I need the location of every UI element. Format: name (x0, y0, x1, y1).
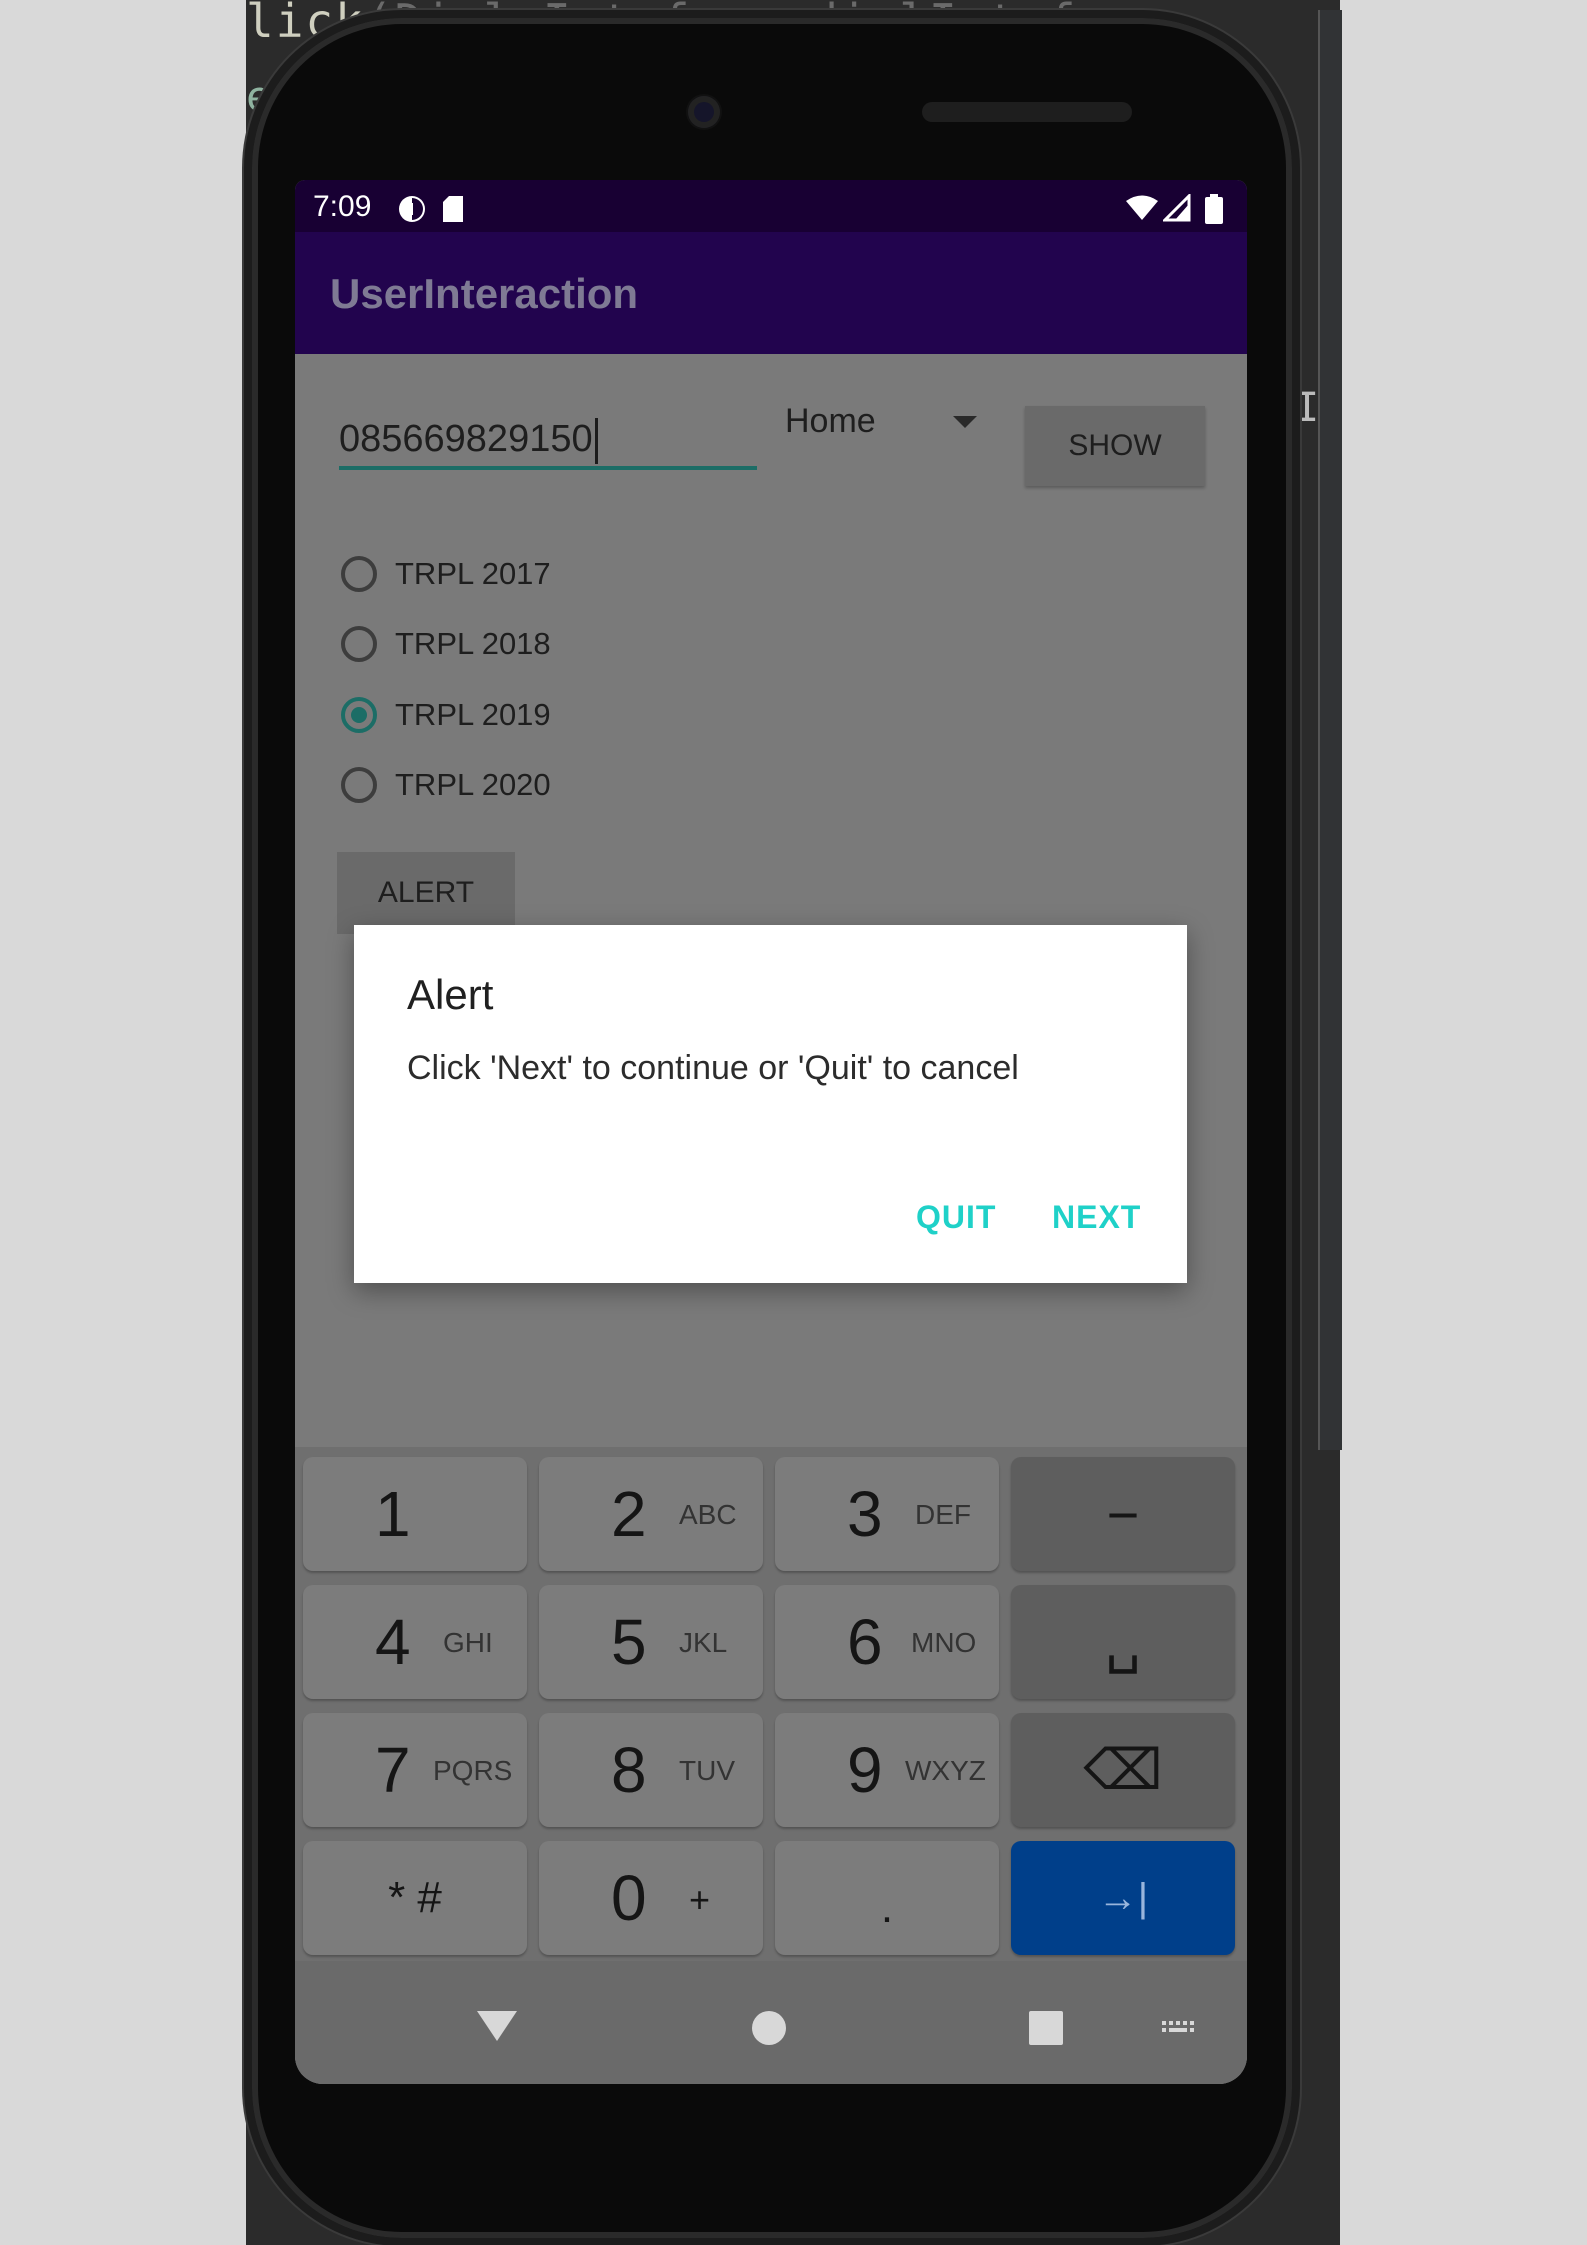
category-spinner[interactable]: Home (785, 402, 876, 441)
text-caret (594, 417, 598, 464)
key-letters: ABC (679, 1499, 737, 1530)
key-digit: 1 (375, 1478, 411, 1550)
key-period[interactable]: . (775, 1841, 999, 1955)
key-3[interactable]: 3 DEF (775, 1457, 999, 1571)
tab-arrow-icon: →| (1097, 1875, 1149, 1920)
space-icon: ␣ (1105, 1610, 1141, 1673)
dialog-message: Click 'Next' to continue or 'Quit' to ca… (407, 1049, 1019, 1087)
app-title: UserInteraction (330, 270, 639, 317)
radio-trpl-2020[interactable]: TRPL 2020 (341, 760, 551, 810)
key-6[interactable]: 6 MNO (775, 1585, 999, 1699)
key-0[interactable]: 0 + (539, 1841, 763, 1955)
radio-label: TRPL 2017 (395, 556, 551, 591)
key-9[interactable]: 9 WXYZ (775, 1713, 999, 1827)
key-dot: . (880, 1883, 894, 1932)
dialog-title: Alert (407, 971, 494, 1018)
signal-icon (1163, 194, 1191, 222)
radio-trpl-2017[interactable]: TRPL 2017 (341, 549, 551, 599)
key-1[interactable]: 1 (303, 1457, 527, 1571)
key-8[interactable]: 8 TUV (539, 1713, 763, 1827)
key-5[interactable]: 5 JKL (539, 1585, 763, 1699)
quit-button[interactable]: QUIT (916, 1199, 996, 1236)
key-letters: WXYZ (905, 1755, 986, 1786)
status-bar: 7:09 (295, 180, 1247, 232)
front-camera (688, 96, 720, 128)
status-time: 7:09 (313, 190, 372, 223)
ide-scroll-panel (1318, 10, 1342, 1450)
radio-label: TRPL 2019 (395, 697, 551, 732)
radio-circle[interactable] (341, 556, 377, 592)
phone-number-value: 085669829150 (339, 418, 593, 460)
data-saver-icon (399, 196, 425, 222)
key-digit: 4 (375, 1606, 411, 1678)
key-space[interactable]: ␣ (1011, 1585, 1235, 1699)
app-bar: UserInteraction (295, 232, 1247, 354)
chevron-down-icon[interactable] (953, 416, 977, 428)
key-2[interactable]: 2 ABC (539, 1457, 763, 1571)
sd-card-icon (443, 196, 463, 222)
radio-label: TRPL 2020 (395, 767, 551, 802)
key-backspace[interactable]: ⌫ (1011, 1713, 1235, 1827)
key-7[interactable]: 7 PQRS (303, 1713, 527, 1827)
key-digit: 0 (611, 1862, 647, 1934)
backspace-icon: ⌫ (1083, 1738, 1163, 1801)
system-nav-bar (295, 1961, 1247, 2084)
radio-circle[interactable] (341, 626, 377, 662)
key-next-field[interactable]: →| (1011, 1841, 1235, 1955)
ide-text-cursor: I (1295, 385, 1320, 431)
keyboard-switch-icon[interactable] (1161, 2019, 1197, 2037)
key-digit: 6 (847, 1606, 883, 1678)
radio-trpl-2019[interactable]: TRPL 2019 (341, 690, 551, 740)
key-letters: DEF (915, 1499, 971, 1530)
radio-circle[interactable] (341, 767, 377, 803)
alert-dialog: Alert Click 'Next' to continue or 'Quit'… (354, 925, 1187, 1283)
key-minus[interactable]: − (1011, 1457, 1235, 1571)
key-star-hash[interactable]: * # (303, 1841, 527, 1955)
key-letters: GHI (443, 1627, 493, 1658)
key-digit: 7 (375, 1734, 411, 1806)
key-digit: 9 (847, 1734, 883, 1806)
alert-button[interactable]: ALERT (337, 852, 515, 934)
key-digit: 2 (611, 1478, 647, 1550)
minus-icon: − (1106, 1482, 1140, 1546)
numeric-keyboard: 1 2 ABC 3 DEF − 4 GHI 5 JKL 6 MNO ␣ 7 PQ… (295, 1447, 1247, 1961)
radio-circle-checked[interactable] (341, 697, 377, 733)
key-symbols: * # (388, 1873, 442, 1922)
key-letters: TUV (679, 1755, 735, 1786)
back-icon[interactable] (477, 2011, 517, 2041)
battery-icon (1205, 194, 1223, 224)
key-digit: 5 (611, 1606, 647, 1678)
key-digit: 3 (847, 1478, 883, 1550)
wifi-icon (1126, 195, 1158, 220)
show-button[interactable]: SHOW (1025, 406, 1205, 486)
radio-trpl-2018[interactable]: TRPL 2018 (341, 619, 551, 669)
key-letters: PQRS (433, 1755, 513, 1786)
key-letters: JKL (679, 1627, 728, 1658)
home-icon[interactable] (752, 2011, 786, 2045)
device-screen: 7:09 UserInteraction 085669829150 Home S… (295, 180, 1247, 2084)
key-4[interactable]: 4 GHI (303, 1585, 527, 1699)
phone-number-input[interactable]: 085669829150 (339, 412, 757, 470)
key-letters: MNO (911, 1627, 977, 1658)
next-button[interactable]: NEXT (1052, 1199, 1141, 1236)
radio-label: TRPL 2018 (395, 626, 551, 661)
key-plus: + (689, 1879, 711, 1920)
earpiece-speaker (922, 102, 1132, 122)
key-digit: 8 (611, 1734, 647, 1806)
recents-icon[interactable] (1029, 2011, 1063, 2045)
